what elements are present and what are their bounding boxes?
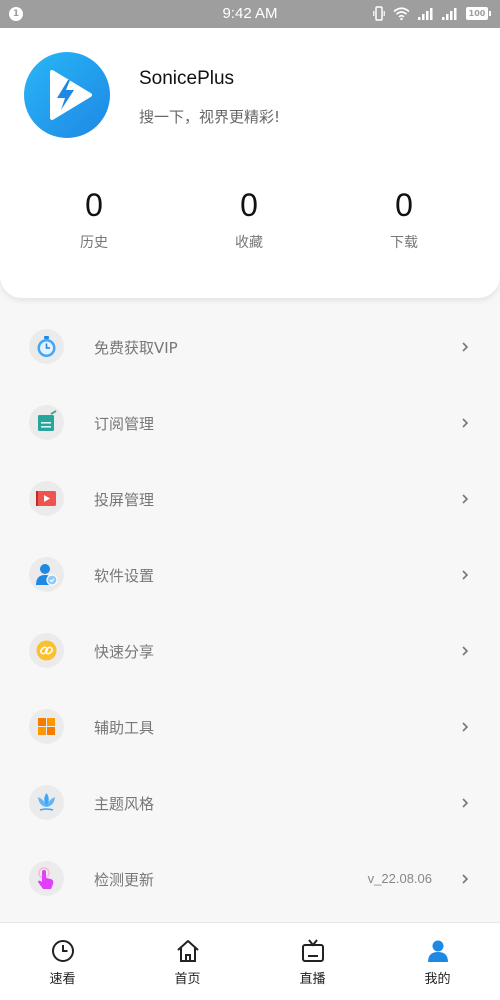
signal-icon <box>442 7 457 20</box>
settings-menu: 免费获取VIP 订阅管理 投屏管理 软件设置 快速分享 辅助工具 主题风格 检测… <box>0 309 500 917</box>
tab-mine[interactable]: 我的 <box>375 923 500 1000</box>
status-bar: 1 9:42 AM 100 <box>0 0 500 28</box>
wifi-icon <box>393 7 410 20</box>
stat-value: 0 <box>85 187 103 223</box>
stat-downloads[interactable]: 0 下载 <box>334 186 474 252</box>
play-bolt-icon <box>24 52 110 138</box>
menu-item-cast-management[interactable]: 投屏管理 <box>0 461 500 537</box>
chevron-right-icon <box>462 722 469 732</box>
menu-item-label: 辅助工具 <box>94 719 155 737</box>
menu-item-quick-share[interactable]: 快速分享 <box>0 613 500 689</box>
tab-label: 首页 <box>174 972 201 987</box>
tap-update-icon <box>29 861 64 896</box>
vibrate-icon <box>373 6 385 21</box>
stat-value: 0 <box>240 187 258 223</box>
chevron-right-icon <box>462 418 469 428</box>
tab-label: 速看 <box>49 972 76 987</box>
home-icon <box>176 940 199 962</box>
menu-item-label: 投屏管理 <box>94 491 155 509</box>
menu-item-label: 主题风格 <box>94 795 155 813</box>
bottom-tab-bar: 速看 首页 直播 我的 <box>0 922 500 1000</box>
menu-item-label: 订阅管理 <box>94 415 155 433</box>
stat-label: 历史 <box>80 235 108 251</box>
stat-history[interactable]: 0 历史 <box>24 186 164 252</box>
lotus-icon <box>29 785 64 820</box>
cast-screen-icon <box>29 481 64 516</box>
profile-card: SonicePlus 搜一下，视界更精彩! 0 历史 0 收藏 0 下载 <box>0 28 500 298</box>
version-text: v_22.08.06 <box>367 871 432 886</box>
grid-tools-icon <box>29 709 64 744</box>
tab-label: 我的 <box>424 972 451 987</box>
signal-icon <box>418 7 433 20</box>
tab-home[interactable]: 首页 <box>125 923 250 1000</box>
tab-label: 直播 <box>299 972 326 987</box>
menu-item-tools[interactable]: 辅助工具 <box>0 689 500 765</box>
menu-item-label: 免费获取VIP <box>94 339 178 357</box>
menu-item-check-update[interactable]: 检测更新 v_22.08.06 <box>0 841 500 917</box>
stat-favorites[interactable]: 0 收藏 <box>179 186 319 252</box>
tab-live[interactable]: 直播 <box>250 923 375 1000</box>
chevron-right-icon <box>462 798 469 808</box>
chevron-right-icon <box>462 342 469 352</box>
app-slogan: 搜一下，视界更精彩! <box>139 108 281 126</box>
user-settings-icon <box>29 557 64 592</box>
stopwatch-icon <box>29 329 64 364</box>
menu-item-label: 检测更新 <box>94 871 155 889</box>
menu-item-theme[interactable]: 主题风格 <box>0 765 500 841</box>
menu-item-free-vip[interactable]: 免费获取VIP <box>0 309 500 385</box>
subscription-icon <box>29 405 64 440</box>
clock-icon <box>51 940 74 962</box>
menu-item-label: 软件设置 <box>94 567 155 585</box>
stat-label: 收藏 <box>235 235 263 251</box>
stat-label: 下载 <box>390 235 418 251</box>
battery-indicator: 100 <box>466 7 491 20</box>
status-icons: 100 <box>373 6 491 21</box>
person-icon <box>427 940 448 962</box>
chevron-right-icon <box>462 570 469 580</box>
app-name: SonicePlus <box>139 68 235 89</box>
stat-value: 0 <box>395 187 413 223</box>
chevron-right-icon <box>462 646 469 656</box>
tv-icon <box>301 939 324 962</box>
link-icon <box>29 633 64 668</box>
chevron-right-icon <box>462 494 469 504</box>
menu-item-label: 快速分享 <box>94 643 155 661</box>
menu-item-subscription[interactable]: 订阅管理 <box>0 385 500 461</box>
chevron-right-icon <box>462 874 469 884</box>
tab-quick-watch[interactable]: 速看 <box>0 923 125 1000</box>
menu-item-software-settings[interactable]: 软件设置 <box>0 537 500 613</box>
